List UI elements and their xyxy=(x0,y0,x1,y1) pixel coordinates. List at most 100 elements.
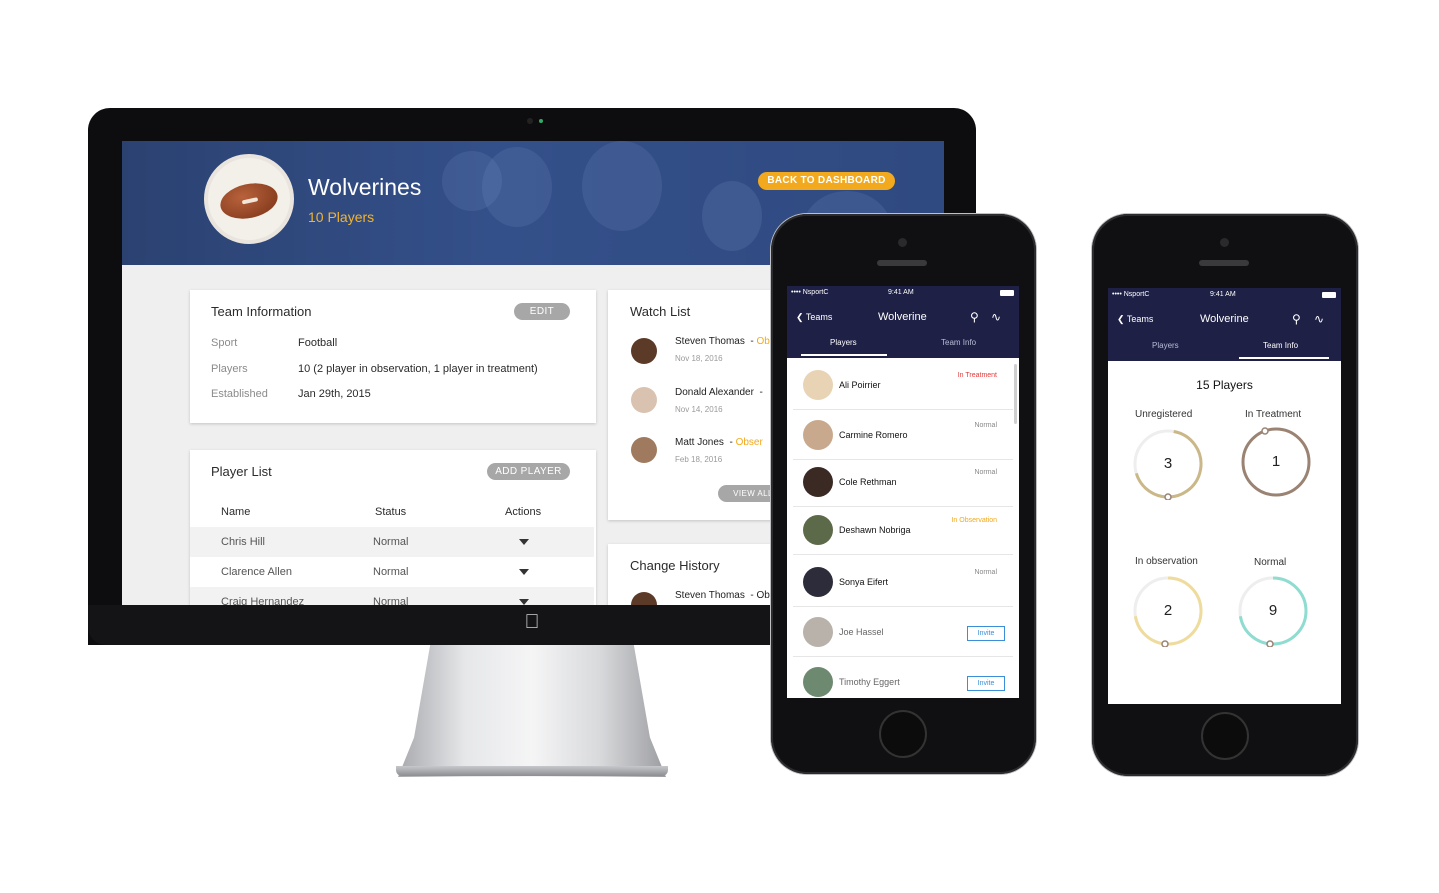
list-item[interactable]: Sonya Eifert Normal xyxy=(793,558,1013,607)
change-history-title: Change History xyxy=(630,558,720,573)
player-list-card: Player List ADD PLAYER Name Status Actio… xyxy=(190,450,596,605)
list-item[interactable]: Joe Hassel Invite xyxy=(793,608,1013,657)
speaker xyxy=(877,260,927,266)
tab-team-info[interactable]: Team Info xyxy=(1263,341,1298,350)
watch-item-date: Nov 18, 2016 xyxy=(675,354,723,363)
home-button[interactable] xyxy=(1201,712,1249,760)
list-item[interactable]: Cole Rethman Normal xyxy=(793,458,1013,507)
phone-nav-bar: •••• NsportC 9:41 AM ❮ Teams Wolverine ⚲… xyxy=(1108,288,1341,361)
player-status: Normal xyxy=(974,422,997,429)
watch-item[interactable]: Steven Thomas - Ob xyxy=(675,336,770,347)
watch-item-name: Donald Alexander xyxy=(675,387,754,398)
stat-value-normal: 9 xyxy=(1268,602,1278,619)
actions-dropdown-icon[interactable] xyxy=(519,599,529,605)
status-time: 9:41 AM xyxy=(1210,291,1236,298)
established-value: Jan 29th, 2015 xyxy=(298,388,371,400)
player-name: Timothy Eggert xyxy=(839,677,900,687)
column-name: Name xyxy=(221,506,251,518)
player-name: Chris Hill xyxy=(221,536,265,548)
battery-icon xyxy=(1000,290,1014,296)
history-item-name: Steven Thomas xyxy=(675,590,745,601)
avatar xyxy=(631,387,657,413)
scrollbar[interactable] xyxy=(1014,364,1017,424)
column-status: Status xyxy=(375,506,407,518)
avatar xyxy=(803,467,833,497)
activity-icon[interactable]: ∿ xyxy=(991,310,1001,324)
actions-dropdown-icon[interactable] xyxy=(519,539,529,545)
tab-team-info[interactable]: Team Info xyxy=(941,338,976,347)
invite-button[interactable]: Invite xyxy=(967,626,1005,641)
phone-title: Wolverine xyxy=(878,311,927,323)
invite-button[interactable]: Invite xyxy=(967,676,1005,691)
front-camera xyxy=(898,238,907,247)
stat-value-unregistered: 3 xyxy=(1163,455,1173,472)
search-icon[interactable]: ⚲ xyxy=(1292,312,1301,326)
watch-item[interactable]: Matt Jones - Obser xyxy=(675,437,763,448)
stat-label-normal: Normal xyxy=(1254,557,1287,568)
home-button[interactable] xyxy=(879,710,927,758)
search-icon[interactable]: ⚲ xyxy=(970,310,979,324)
speaker xyxy=(1199,260,1249,266)
stat-ring-unregistered: 3 xyxy=(1132,428,1204,500)
actions-dropdown-icon[interactable] xyxy=(519,569,529,575)
player-status: Normal xyxy=(974,469,997,476)
player-status: Normal xyxy=(373,596,409,605)
stat-value-in-treatment: 1 xyxy=(1271,453,1281,470)
apple-logo-icon:  xyxy=(522,611,542,633)
team-avatar xyxy=(204,154,294,244)
stat-ring-normal: 9 xyxy=(1237,575,1309,647)
add-player-button[interactable]: ADD PLAYER xyxy=(487,463,570,480)
player-name: Carmine Romero xyxy=(839,430,908,440)
table-row[interactable]: Clarence Allen Normal xyxy=(190,557,594,587)
player-status: Normal xyxy=(974,569,997,576)
active-tab-indicator xyxy=(801,354,887,356)
player-name: Deshawn Nobriga xyxy=(839,525,911,535)
watch-item-date: Feb 18, 2016 xyxy=(675,455,723,464)
phone-screen: •••• NsportC 9:41 AM ❮ Teams Wolverine ⚲… xyxy=(1108,288,1341,704)
list-item[interactable]: Ali Poirrier In Treatment xyxy=(793,361,1013,410)
back-to-dashboard-button[interactable]: BACK TO DASHBOARD xyxy=(758,172,895,190)
watch-item[interactable]: Donald Alexander - xyxy=(675,387,763,398)
total-players: 15 Players xyxy=(1196,378,1253,392)
edit-button[interactable]: EDIT xyxy=(514,303,570,320)
player-name: Joe Hassel xyxy=(839,627,884,637)
avatar xyxy=(631,592,657,605)
list-item[interactable]: Deshawn Nobriga In Observation xyxy=(793,506,1013,555)
player-name: Cole Rethman xyxy=(839,477,897,487)
list-item[interactable]: Carmine Romero Normal xyxy=(793,411,1013,460)
activity-icon[interactable]: ∿ xyxy=(1314,312,1324,326)
column-actions: Actions xyxy=(505,506,542,518)
watch-item-name: Matt Jones xyxy=(675,437,724,448)
tab-players[interactable]: Players xyxy=(830,338,857,347)
history-item[interactable]: Steven Thomas - Ob xyxy=(675,590,770,601)
avatar xyxy=(803,667,833,697)
list-item[interactable]: Timothy Eggert Invite xyxy=(793,658,1013,698)
avatar xyxy=(631,338,657,364)
phone-screen: •••• NsportC 9:41 AM ❮ Teams Wolverine ⚲… xyxy=(787,286,1019,698)
imac-stand-base xyxy=(396,766,668,776)
back-teams-button[interactable]: ❮ Teams xyxy=(796,312,832,323)
players-label: Players xyxy=(211,363,248,375)
team-name: Wolverines xyxy=(308,174,422,200)
camera-light xyxy=(539,119,543,123)
football-icon xyxy=(217,178,281,224)
avatar xyxy=(803,420,833,450)
back-teams-button[interactable]: ❮ Teams xyxy=(1117,314,1153,325)
player-name: Ali Poirrier xyxy=(839,380,881,390)
front-camera xyxy=(1220,238,1229,247)
table-row[interactable]: Chris Hill Normal xyxy=(190,527,594,557)
watch-list-title: Watch List xyxy=(630,304,691,319)
battery-icon xyxy=(1322,292,1336,298)
team-information-title: Team Information xyxy=(211,304,312,319)
established-label: Established xyxy=(211,388,268,400)
stat-label-in-treatment: In Treatment xyxy=(1245,409,1302,420)
watch-item-date: Nov 14, 2016 xyxy=(675,405,723,414)
avatar xyxy=(803,617,833,647)
imac-stand xyxy=(398,645,666,777)
history-item-status: Ob xyxy=(756,590,770,601)
watch-item-status: Obser xyxy=(735,437,763,448)
table-row[interactable]: Craig Hernandez Normal xyxy=(190,587,594,605)
sport-label: Sport xyxy=(211,337,238,349)
player-status: In Treatment xyxy=(957,372,997,379)
tab-players[interactable]: Players xyxy=(1152,341,1179,350)
